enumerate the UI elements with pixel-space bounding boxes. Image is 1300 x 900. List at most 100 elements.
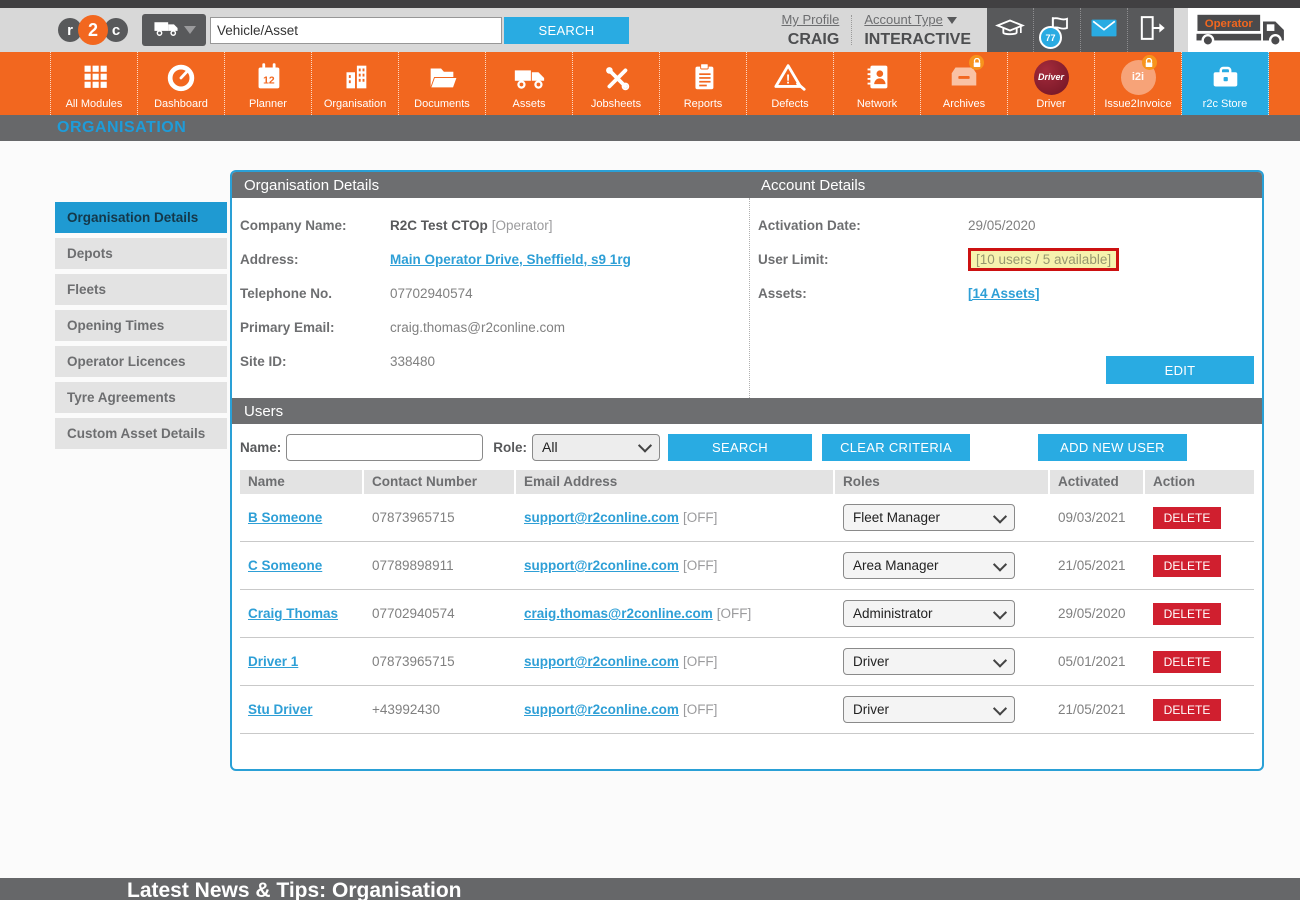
nav-item-organisation[interactable]: Organisation bbox=[312, 52, 399, 115]
col-action: Action bbox=[1145, 470, 1254, 494]
delete-button[interactable]: DELETE bbox=[1153, 603, 1221, 625]
account-details: Activation Date: 29/05/2020 User Limit: … bbox=[749, 198, 1262, 398]
nav-item-documents[interactable]: Documents bbox=[399, 52, 486, 115]
clipboard-icon bbox=[685, 58, 721, 96]
user-name-link[interactable]: Driver 1 bbox=[248, 654, 298, 669]
svg-text:12: 12 bbox=[263, 76, 275, 87]
off-tag: [OFF] bbox=[683, 510, 718, 525]
user-name-link[interactable]: Stu Driver bbox=[248, 702, 313, 717]
account-type-block: Account Type INTERACTIVE bbox=[864, 10, 971, 50]
lock-icon bbox=[969, 55, 984, 70]
nav-item-archives[interactable]: Archives bbox=[921, 52, 1008, 115]
off-tag: [OFF] bbox=[683, 702, 718, 717]
role-select[interactable]: Administrator bbox=[843, 600, 1015, 627]
vehicle-asset-search-input[interactable] bbox=[210, 17, 502, 44]
role-select[interactable]: Area Manager bbox=[843, 552, 1015, 579]
user-email-link[interactable]: support@r2conline.com bbox=[524, 558, 679, 573]
nav-item-assets[interactable]: Assets bbox=[486, 52, 573, 115]
svg-text:!: ! bbox=[786, 72, 790, 87]
top-search-button[interactable]: SEARCH bbox=[504, 17, 629, 44]
name-filter-input[interactable] bbox=[286, 434, 483, 461]
sidebar-item-depots[interactable]: Depots bbox=[55, 238, 227, 269]
user-name-link[interactable]: C Someone bbox=[248, 558, 322, 573]
logout-button[interactable] bbox=[1128, 8, 1174, 52]
role-select[interactable]: Driver bbox=[843, 648, 1015, 675]
user-email-link[interactable]: support@r2conline.com bbox=[524, 510, 679, 525]
nav-item-planner[interactable]: 12 Planner bbox=[225, 52, 312, 115]
operator-truck-badge[interactable]: Operator bbox=[1188, 8, 1300, 52]
nav-item-all-modules[interactable]: All Modules bbox=[50, 52, 138, 115]
primary-email-label: Primary Email: bbox=[240, 320, 390, 335]
breadcrumb-bar: ORGANISATION bbox=[0, 115, 1300, 141]
delete-button[interactable]: DELETE bbox=[1153, 507, 1221, 529]
delete-button[interactable]: DELETE bbox=[1153, 555, 1221, 577]
clear-criteria-button[interactable]: CLEAR CRITERIA bbox=[822, 434, 970, 461]
user-email-link[interactable]: support@r2conline.com bbox=[524, 654, 679, 669]
add-new-user-button[interactable]: ADD NEW USER bbox=[1038, 434, 1187, 461]
assets-link[interactable]: [14 Assets] bbox=[968, 286, 1040, 301]
sidebar-item-fleets[interactable]: Fleets bbox=[55, 274, 227, 305]
nav-item-network[interactable]: Network bbox=[834, 52, 921, 115]
asset-type-dropdown[interactable] bbox=[142, 14, 206, 46]
user-name-link[interactable]: Craig Thomas bbox=[248, 606, 338, 621]
user-contact: 07873965715 bbox=[364, 654, 514, 669]
organisation-details-title: Organisation Details bbox=[232, 177, 749, 194]
sidebar-item-opening-times[interactable]: Opening Times bbox=[55, 310, 227, 341]
user-activated: 29/05/2020 bbox=[1050, 606, 1143, 621]
folder-icon bbox=[424, 58, 460, 96]
lock-icon bbox=[1142, 55, 1157, 70]
nav-item-defects[interactable]: ! Defects bbox=[747, 52, 834, 115]
nav-item-issue2invoice[interactable]: i2i Issue2Invoice bbox=[1095, 52, 1182, 115]
delete-button[interactable]: DELETE bbox=[1153, 651, 1221, 673]
user-limit-value: [10 users / 5 available] bbox=[968, 248, 1119, 271]
training-button[interactable] bbox=[987, 8, 1034, 52]
messages-button[interactable] bbox=[1081, 8, 1128, 52]
role-filter-select[interactable]: All bbox=[532, 434, 660, 461]
sidebar-item-organisation-details[interactable]: Organisation Details bbox=[55, 202, 227, 233]
delete-button[interactable]: DELETE bbox=[1153, 699, 1221, 721]
user-email-link[interactable]: support@r2conline.com bbox=[524, 702, 679, 717]
account-type-link[interactable]: Account Type bbox=[864, 12, 943, 27]
telephone-value: 07702940574 bbox=[390, 286, 473, 301]
user-email-link[interactable]: craig.thomas@r2conline.com bbox=[524, 606, 713, 621]
nav-item-driver[interactable]: Driver Driver bbox=[1008, 52, 1095, 115]
table-row: B Someone 07873965715 support@r2conline.… bbox=[240, 494, 1254, 542]
off-tag: [OFF] bbox=[683, 654, 718, 669]
top-bar: r 2 c SEARCH My Profile CRAIG Account Ty… bbox=[0, 8, 1300, 52]
company-type-suffix: [Operator] bbox=[492, 218, 553, 233]
edit-button[interactable]: EDIT bbox=[1106, 356, 1254, 384]
user-name-link[interactable]: B Someone bbox=[248, 510, 322, 525]
r2c-logo[interactable]: r 2 c bbox=[58, 15, 128, 45]
my-profile-link[interactable]: My Profile bbox=[782, 12, 840, 27]
off-tag: [OFF] bbox=[717, 606, 752, 621]
details-section: Company Name: R2C Test CTOp [Operator] A… bbox=[232, 198, 1262, 398]
sidebar-item-custom-asset-details[interactable]: Custom Asset Details bbox=[55, 418, 227, 449]
col-activated: Activated bbox=[1050, 470, 1143, 494]
nav-item-jobsheets[interactable]: Jobsheets bbox=[573, 52, 660, 115]
nav-item-dashboard[interactable]: Dashboard bbox=[138, 52, 225, 115]
users-search-button[interactable]: SEARCH bbox=[668, 434, 812, 461]
sidebar-item-operator-licences[interactable]: Operator Licences bbox=[55, 346, 227, 377]
sidebar-item-tyre-agreements[interactable]: Tyre Agreements bbox=[55, 382, 227, 413]
role-select[interactable]: Fleet Manager bbox=[843, 504, 1015, 531]
col-roles: Roles bbox=[835, 470, 1048, 494]
caret-down-icon bbox=[947, 17, 957, 24]
nav-item-reports[interactable]: Reports bbox=[660, 52, 747, 115]
role-select[interactable]: Driver bbox=[843, 696, 1015, 723]
notification-count-badge: 77 bbox=[1039, 26, 1062, 49]
chevron-down-icon bbox=[993, 509, 1007, 523]
address-label: Address: bbox=[240, 252, 390, 267]
nav-item-r2c-store[interactable]: r2c Store bbox=[1182, 52, 1269, 115]
notifications-button[interactable]: 77 bbox=[1034, 8, 1081, 52]
user-activated: 09/03/2021 bbox=[1050, 510, 1143, 525]
users-title: Users bbox=[232, 403, 1262, 420]
address-link[interactable]: Main Operator Drive, Sheffield, s9 1rg bbox=[390, 252, 631, 267]
issue2invoice-icon: i2i bbox=[1121, 58, 1156, 96]
news-bar-title: Latest News & Tips: Organisation bbox=[127, 879, 462, 900]
activation-date-label: Activation Date: bbox=[758, 218, 968, 233]
dashboard-gauge-icon bbox=[163, 58, 199, 96]
contacts-book-icon bbox=[859, 58, 895, 96]
user-limit-label: User Limit: bbox=[758, 252, 968, 267]
chevron-down-icon bbox=[993, 653, 1007, 667]
chevron-down-icon bbox=[993, 605, 1007, 619]
